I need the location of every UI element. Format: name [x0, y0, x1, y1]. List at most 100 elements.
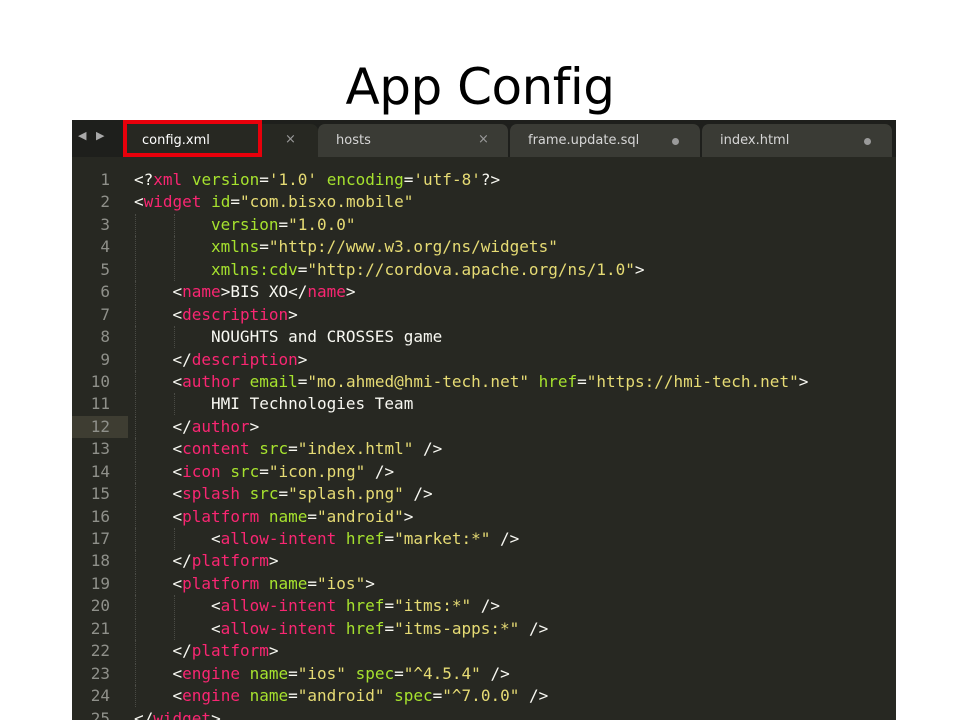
line-source: </description>: [173, 349, 308, 371]
indent-guide: [135, 303, 136, 326]
line-number: 23: [90, 663, 110, 683]
line-source: </platform>: [173, 640, 279, 662]
code-token: >: [268, 551, 279, 571]
tab-label: frame.update.sql: [528, 133, 640, 148]
unsaved-dot-icon[interactable]: [672, 138, 679, 145]
code-line[interactable]: 9 </description>: [72, 348, 896, 371]
unsaved-dot-icon[interactable]: [864, 138, 871, 145]
code-token: "android": [297, 686, 385, 706]
line-number: 20: [90, 596, 110, 616]
code-token: "com.bisxo.mobile": [239, 192, 414, 212]
tab-label: hosts: [336, 133, 371, 148]
indent-guide: [135, 550, 136, 573]
code-token: xml: [153, 170, 183, 189]
code-token: "http://cordova.apache.org/ns/1.0": [307, 259, 635, 279]
indent-guide: [135, 236, 136, 259]
code-token: href: [345, 618, 385, 638]
code-token: =: [577, 371, 587, 391]
code-line[interactable]: 2 <widget id="com.bisxo.mobile": [72, 191, 896, 213]
code-editor[interactable]: ◀ ▶ config.xml × hosts × frame.update.sq…: [72, 120, 896, 720]
line-source: <name>BIS XO</name>: [173, 281, 356, 303]
code-token: </: [172, 349, 192, 369]
code-line[interactable]: 24 <engine name="android" spec="^7.0.0" /…: [72, 685, 896, 708]
code-token: <?: [134, 170, 154, 189]
indent-guide: [135, 370, 136, 393]
code-token: >: [798, 371, 809, 391]
line-number: 18: [90, 551, 110, 571]
indent-guide: [173, 236, 175, 259]
code-line[interactable]: 5 xmlns:cdv="http://cordova.apache.org/ns…: [72, 258, 896, 281]
code-token: spec: [394, 686, 433, 706]
code-line[interactable]: 10 <author email="mo.ahmed@hmi-tech.net" …: [72, 370, 896, 393]
tab-index-html[interactable]: index.html: [702, 124, 892, 157]
code-token: href: [345, 596, 385, 616]
close-icon[interactable]: ×: [285, 132, 296, 147]
line-source: xmlns="http://www.w3.org/ns/widgets": [211, 236, 558, 258]
tab-frame-update-sql[interactable]: frame.update.sql: [510, 124, 700, 157]
code-line[interactable]: 23 <engine name="ios" spec="^4.5.4" />: [72, 662, 896, 685]
tab-hosts[interactable]: hosts ×: [318, 124, 508, 157]
code-token: </: [172, 641, 192, 661]
code-line[interactable]: 12 </author>: [72, 415, 896, 439]
code-token: "^4.5.4": [403, 663, 481, 683]
code-line[interactable]: 11 HMI Technologies Team: [72, 393, 896, 416]
code-token: />: [403, 484, 433, 504]
code-token: =: [403, 170, 414, 189]
code-line[interactable]: 16 <platform name="android">: [72, 505, 896, 528]
code-line[interactable]: 13 <content src="index.html" />: [72, 438, 896, 461]
code-token: =: [384, 596, 395, 616]
line-number: 16: [90, 506, 110, 526]
tab-nav-arrows-icon[interactable]: ◀ ▶: [78, 129, 114, 149]
code-token: >: [288, 304, 298, 324]
code-token: =: [307, 573, 318, 593]
code-token: name: [182, 282, 221, 302]
code-token: <: [172, 461, 183, 481]
line-source: </author>: [173, 416, 260, 438]
code-token: <: [172, 663, 183, 683]
code-line[interactable]: 6 <name>BIS XO</name>: [72, 281, 896, 304]
code-token: >: [345, 282, 356, 302]
code-line[interactable]: 20 <allow-intent href="itms:*" />: [72, 595, 896, 618]
indent-guide: [135, 460, 136, 483]
code-token: platform: [182, 573, 260, 593]
line-number: 11: [90, 394, 110, 414]
code-line[interactable]: 25 </widget>: [72, 708, 896, 720]
code-area[interactable]: 1 <?xml version='1.0' encoding='utf-8'?> 2…: [72, 169, 896, 720]
code-line[interactable]: 22 </platform>: [72, 640, 896, 663]
close-icon[interactable]: ×: [478, 132, 489, 147]
line-source: <platform name="android">: [173, 506, 414, 528]
code-line[interactable]: 19 <platform name="ios">: [72, 572, 896, 595]
code-line[interactable]: 21 <allow-intent href="itms-apps:*" />: [72, 617, 896, 640]
code-token: widget: [153, 708, 212, 720]
indent-guide: [135, 483, 136, 506]
code-token: >: [211, 708, 221, 720]
code-token: <: [172, 573, 183, 593]
code-line[interactable]: 14 <icon src="icon.png" />: [72, 460, 896, 483]
indent-guide: [135, 662, 136, 685]
code-line[interactable]: 4 xmlns="http://www.w3.org/ns/widgets": [72, 236, 896, 259]
code-token: allow-intent: [220, 618, 337, 638]
code-line[interactable]: 8 NOUGHTS and CROSSES game: [72, 326, 896, 349]
line-source: <content src="index.html" />: [173, 438, 443, 460]
code-token: NOUGHTS and CROSSES game: [211, 327, 443, 347]
code-line[interactable]: 17 <allow-intent href="market:*" />: [72, 528, 896, 550]
line-source: <platform name="ios">: [173, 573, 375, 595]
code-token: content: [182, 439, 250, 459]
code-token: href: [538, 371, 578, 391]
code-token: <: [172, 304, 183, 324]
code-line[interactable]: 15 <splash src="splash.png" />: [72, 483, 896, 506]
code-line[interactable]: 1 <?xml version='1.0' encoding='utf-8'?>: [72, 169, 896, 191]
code-token: </: [172, 551, 192, 571]
code-token: />: [480, 663, 510, 683]
code-line[interactable]: 3 version="1.0.0": [72, 213, 896, 236]
code-token: version: [191, 170, 260, 189]
code-token: >: [297, 349, 308, 369]
line-number: 4: [100, 237, 110, 257]
code-line[interactable]: 18 </platform>: [72, 550, 896, 573]
code-line[interactable]: 7 <description>: [72, 303, 896, 326]
code-token: name: [307, 282, 346, 302]
line-number: 9: [100, 349, 110, 369]
